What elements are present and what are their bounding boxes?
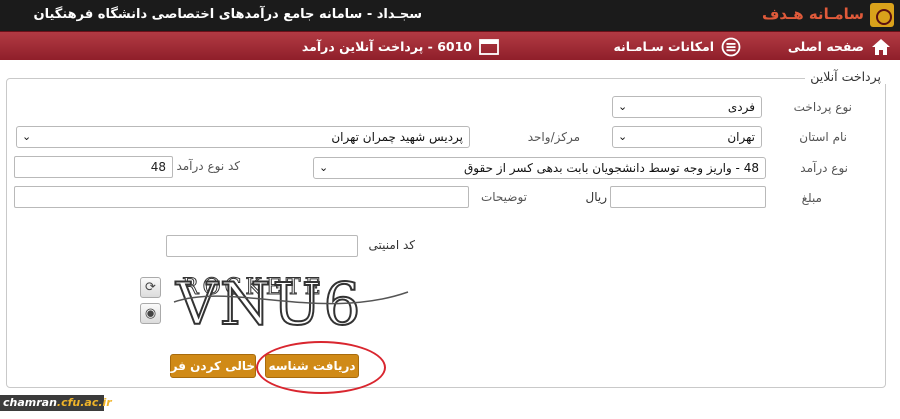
- amount-label: مبلغ: [801, 191, 822, 205]
- payment-type-label: نوع پرداخت: [793, 100, 852, 114]
- captcha-audio-button[interactable]: ◉: [140, 303, 161, 324]
- center-value: پردیس شهید چمران تهران: [331, 130, 463, 144]
- app-title: سجـداد - سامانه جامع درآمدهای اختصاصی دا…: [33, 7, 422, 22]
- income-type-select[interactable]: 48 - واریز وجه توسط دانشجویان بابت بدهی …: [313, 157, 766, 179]
- chevron-down-icon: ⌄: [22, 130, 32, 143]
- province-label: نام استان: [799, 130, 847, 144]
- watermark-domain: .cfu.ac.ir: [56, 396, 112, 409]
- description-field[interactable]: [14, 186, 469, 208]
- payment-type-value: فردی: [727, 100, 755, 114]
- income-code-field[interactable]: 48: [14, 156, 173, 178]
- captcha-refresh-button[interactable]: ⟳: [140, 277, 161, 298]
- home-icon: [872, 38, 890, 55]
- income-type-value: 48 - واریز وجه توسط دانشجویان بابت بدهی …: [463, 161, 759, 175]
- panel-legend: پرداخت آنلاین: [805, 69, 886, 84]
- description-label: توضیحات: [480, 190, 527, 204]
- security-code-field[interactable]: [166, 235, 358, 257]
- nav-current-label: 6010 - پرداخت آنلاین درآمد: [301, 39, 472, 54]
- province-value: تهران: [727, 130, 755, 144]
- nav-features[interactable]: امکانات سـامـانه: [613, 32, 742, 61]
- logo-text: سامـانه هـدف: [762, 5, 864, 23]
- captcha-text: VNU6: [175, 270, 362, 334]
- clear-form-button[interactable]: خالی کردن فرم: [162, 354, 256, 378]
- province-select[interactable]: تهران ⌄: [612, 126, 762, 148]
- refresh-icon: ⟳: [145, 280, 156, 295]
- center-select[interactable]: پردیس شهید چمران تهران ⌄: [16, 126, 470, 148]
- logo-icon: [870, 3, 894, 27]
- watermark-site: chamran: [3, 396, 57, 409]
- center-label: مرکز/واحد: [527, 130, 580, 144]
- nav-home-label: صفحه اصلی: [787, 39, 864, 54]
- chevron-down-icon: ⌄: [618, 130, 628, 143]
- top-bar: سجـداد - سامانه جامع درآمدهای اختصاصی دا…: [0, 0, 900, 31]
- online-payment-panel: [6, 78, 886, 388]
- payment-type-select[interactable]: فردی ⌄: [612, 96, 762, 118]
- site-watermark: chamran.cfu.ac.ir: [0, 395, 112, 411]
- window-icon: [479, 38, 499, 55]
- captcha-image: ROCKETE VNU6: [172, 262, 410, 334]
- currency-label: ریال: [585, 190, 607, 204]
- chevron-down-icon: ⌄: [319, 161, 329, 174]
- nav-features-label: امکانات سـامـانه: [613, 39, 714, 54]
- chevron-down-icon: ⌄: [618, 100, 628, 113]
- nav-current-page[interactable]: 6010 - پرداخت آنلاین درآمد: [302, 32, 500, 61]
- security-code-label: کد امنیتی: [368, 238, 415, 252]
- income-type-label: نوع درآمد: [800, 161, 848, 175]
- highlight-annotation: [256, 341, 386, 394]
- income-code-label: کد نوع درآمد: [176, 159, 240, 173]
- nav-home[interactable]: صفحه اصلی: [788, 32, 892, 61]
- amount-field[interactable]: [610, 186, 766, 208]
- speaker-icon: ◉: [144, 306, 157, 321]
- nav-bar: صفحه اصلی امکانات سـامـانه 6010 - پرداخت…: [0, 31, 900, 60]
- list-icon: [721, 37, 741, 56]
